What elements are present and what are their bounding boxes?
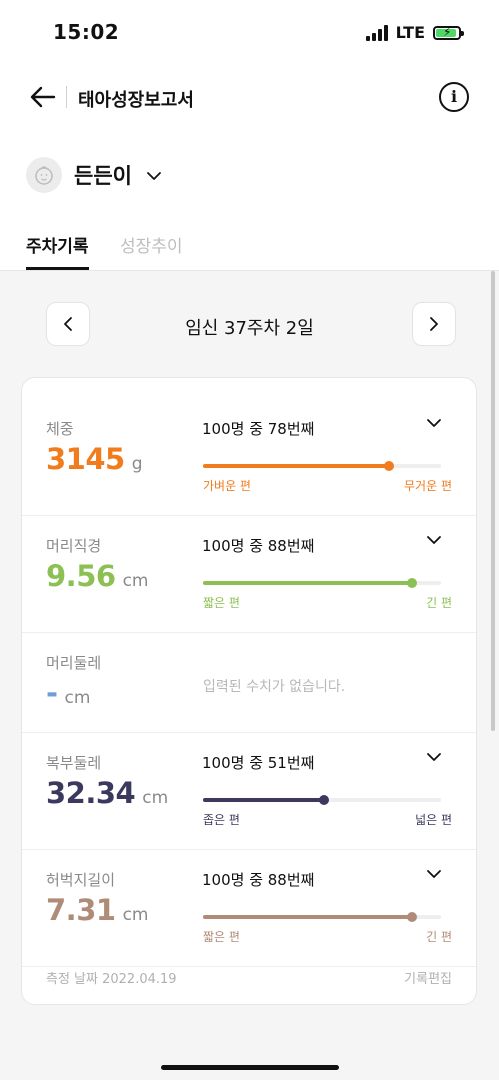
percentile-fill: [203, 464, 389, 468]
low-label: 가벼운 편: [203, 479, 251, 493]
measurement-value: 7.31 cm: [46, 893, 148, 927]
measurement-value: 3145 g: [46, 442, 143, 476]
status-time: 15:02: [53, 20, 120, 44]
percentile-marker: [383, 461, 394, 471]
measurement-value: - cm: [46, 676, 90, 710]
value-unit: cm: [142, 788, 169, 808]
low-label: 좁은 편: [203, 813, 240, 827]
battery-icon: ⚡: [433, 25, 464, 40]
rank-text: 100명 중 51번째: [202, 754, 315, 772]
percentile-track: [203, 795, 441, 805]
percentile-track: [203, 461, 441, 471]
page-title: 태아성장보고서: [78, 90, 194, 111]
value-number: 7.31: [46, 893, 116, 927]
rank-text: 100명 중 88번째: [202, 871, 315, 889]
measurement-row-head-circumference: 머리둘레 - cm 입력된 수치가 없습니다.: [22, 632, 476, 733]
info-button[interactable]: i: [439, 82, 469, 112]
high-label: 긴 편: [426, 930, 452, 944]
measurement-label: 머리둘레: [46, 654, 102, 672]
measurement-row-head-diameter: 머리직경 9.56 cm 100명 중 88번째 짧은 편 긴 편: [22, 515, 476, 633]
low-label: 짧은 편: [203, 930, 240, 944]
baby-selector[interactable]: 든든이: [26, 155, 162, 195]
percentile-fill: [203, 915, 413, 919]
high-label: 무거운 편: [404, 479, 452, 493]
tab-weekly-record[interactable]: 주차기록: [26, 232, 89, 270]
value-number: 9.56: [46, 559, 116, 593]
rank-text: 100명 중 88번째: [202, 537, 315, 555]
baby-name: 든든이: [74, 164, 132, 188]
home-indicator[interactable]: [161, 1065, 339, 1070]
high-label: 긴 편: [426, 596, 452, 610]
measurement-value: 9.56 cm: [46, 559, 148, 593]
high-label: 넓은 편: [415, 813, 452, 827]
expand-chevron-icon[interactable]: [426, 752, 442, 762]
network-label: LTE: [395, 23, 425, 42]
measurement-row-weight: 체중 3145 g 100명 중 78번째 가벼운 편 무거운 편: [22, 378, 476, 516]
value-unit: cm: [122, 905, 149, 925]
edit-record-button[interactable]: 기록편집: [404, 968, 452, 987]
baby-face-icon: [35, 166, 53, 185]
next-week-button[interactable]: [412, 302, 456, 346]
expand-chevron-icon[interactable]: [426, 535, 442, 545]
measurement-label: 허벅지길이: [46, 871, 116, 889]
header-divider: [66, 86, 67, 108]
percentile-fill: [203, 798, 325, 802]
arrow-left-icon: [30, 86, 56, 108]
info-icon: i: [450, 87, 458, 106]
rank-text: 100명 중 78번째: [202, 420, 315, 438]
measurement-row-abdominal-circumference: 복부둘레 32.34 cm 100명 중 51번째 좁은 편 넓은 편: [22, 732, 476, 850]
value-number: -: [46, 676, 58, 710]
report-content: 임신 37주차 2일 체중 3145 g 100명 중 78번째 가벼운 편 무…: [0, 271, 499, 1080]
percentile-track: [203, 578, 441, 588]
value-unit: g: [131, 454, 143, 474]
scrollbar[interactable]: [491, 271, 495, 731]
percentile-marker: [407, 912, 418, 922]
status-bar: 15:02 LTE ⚡: [0, 0, 499, 64]
value-unit: cm: [122, 571, 149, 591]
value-number: 32.34: [46, 776, 136, 810]
back-button[interactable]: [28, 82, 58, 112]
percentile-track: [203, 912, 441, 922]
measurement-label: 머리직경: [46, 537, 102, 555]
measurement-label: 복부둘레: [46, 754, 102, 772]
signal-icon: [365, 24, 388, 41]
tab-bar: 주차기록 성장추이: [0, 230, 499, 271]
value-unit: cm: [64, 688, 91, 708]
measurement-card: 체중 3145 g 100명 중 78번째 가벼운 편 무거운 편 머리직경 9…: [21, 377, 477, 1005]
chevron-right-icon: [430, 317, 438, 331]
chevron-down-icon: [147, 172, 161, 180]
measurement-label: 체중: [46, 420, 74, 438]
low-label: 짧은 편: [203, 596, 240, 610]
card-footer: 측정 날짜 2022.04.19 기록편집: [22, 944, 476, 1004]
value-number: 3145: [46, 442, 125, 476]
expand-chevron-icon[interactable]: [426, 869, 442, 879]
app-header: 태아성장보고서 i: [0, 72, 499, 122]
measurement-date: 측정 날짜 2022.04.19: [46, 972, 177, 987]
tab-growth-trend[interactable]: 성장추이: [120, 232, 183, 257]
expand-chevron-icon[interactable]: [426, 418, 442, 428]
empty-value-text: 입력된 수치가 없습니다.: [203, 679, 346, 695]
avatar: [26, 157, 62, 193]
percentile-marker: [407, 578, 418, 588]
status-icons: LTE ⚡: [365, 23, 464, 42]
measurement-value: 32.34 cm: [46, 776, 168, 810]
percentile-marker: [319, 795, 330, 805]
percentile-fill: [203, 581, 413, 585]
